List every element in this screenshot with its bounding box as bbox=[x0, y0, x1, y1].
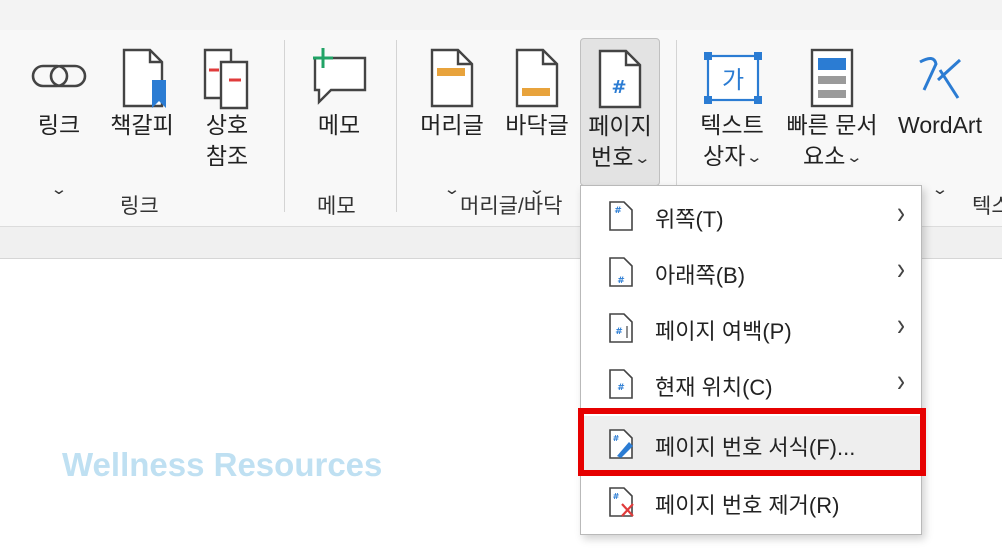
menu-item-current-position[interactable]: # 현재 위치(C) › bbox=[581, 356, 921, 412]
svg-text:#: # bbox=[615, 327, 623, 337]
group-divider bbox=[284, 40, 285, 212]
group-label-comment: 메모 bbox=[317, 195, 356, 218]
submenu-arrow-icon: › bbox=[897, 363, 905, 399]
quick-parts-icon bbox=[804, 46, 860, 115]
group-label-link: 링크 bbox=[120, 195, 159, 218]
comment-icon bbox=[307, 46, 371, 115]
quick-parts-button[interactable]: 빠른 문서요소⌄ bbox=[778, 38, 886, 186]
group-label-text: 텍스 bbox=[972, 195, 1002, 218]
bookmark-button[interactable]: 책갈피 bbox=[102, 38, 182, 186]
chevron-down-icon: ⌄ bbox=[633, 150, 652, 168]
svg-text:#: # bbox=[611, 77, 626, 98]
footer-label: 바닥글 bbox=[505, 112, 569, 138]
header-button[interactable]: 머리글 ⌄ bbox=[412, 38, 492, 198]
chevron-down-icon: ⌄ bbox=[745, 149, 764, 167]
text-box-button[interactable]: 가 텍스트상자⌄ bbox=[692, 38, 772, 186]
menu-item-remove-page-numbers[interactable]: # 페이지 번호 제거(R) bbox=[581, 474, 921, 530]
red-highlight-annotation bbox=[578, 408, 926, 476]
bookmark-label: 책갈피 bbox=[110, 112, 174, 138]
page-bottom-icon: # bbox=[607, 256, 635, 293]
svg-text:#: # bbox=[613, 492, 620, 501]
menu-item-page-margins[interactable]: # 페이지 여백(P) › bbox=[581, 300, 921, 356]
chevron-down-icon: ⌄ bbox=[50, 181, 68, 198]
svg-text:#: # bbox=[617, 383, 625, 393]
cross-reference-label-line2: 참조 bbox=[205, 143, 249, 169]
page-number-menu: # 위쪽(T) › # 아래쪽(B) › # 페이지 여백(P) › # 현재 … bbox=[580, 185, 922, 535]
watermark-text: Wellness Resources bbox=[62, 446, 383, 483]
current-position-icon: # bbox=[607, 368, 635, 405]
wordart-label: WordArt bbox=[898, 112, 982, 138]
page-margin-icon: # bbox=[607, 312, 635, 349]
comment-label: 메모 bbox=[317, 112, 361, 138]
menu-item-label: 위쪽(T) bbox=[655, 207, 724, 232]
page-top-icon: # bbox=[607, 200, 635, 237]
menu-item-label: 아래쪽(B) bbox=[655, 263, 746, 288]
bookmark-icon bbox=[112, 46, 172, 115]
svg-text:#: # bbox=[614, 206, 622, 216]
cross-reference-icon bbox=[197, 46, 257, 115]
text-box-label-line1: 텍스트 bbox=[700, 112, 764, 138]
footer-button[interactable]: 바닥글 ⌄ bbox=[498, 38, 576, 198]
header-label: 머리글 bbox=[420, 112, 484, 138]
quick-parts-label-line1: 빠른 문서 bbox=[786, 112, 878, 138]
svg-text:#: # bbox=[617, 276, 625, 286]
remove-page-number-icon: # bbox=[607, 486, 635, 523]
footer-icon bbox=[509, 46, 565, 115]
group-label-header-footer: 머리글/바닥 bbox=[460, 195, 563, 218]
submenu-arrow-icon: › bbox=[897, 307, 905, 343]
header-icon bbox=[424, 46, 480, 115]
chevron-down-icon: ⌄ bbox=[845, 149, 864, 167]
link-button[interactable]: 링크 ⌄ bbox=[24, 38, 94, 198]
page-number-label-line2: 번호 bbox=[591, 144, 634, 170]
text-box-label-line2: 상자 bbox=[703, 143, 746, 169]
link-label: 링크 bbox=[37, 112, 81, 138]
text-box-glyph: 가 bbox=[722, 66, 744, 94]
quick-parts-label-line2: 요소 bbox=[803, 143, 846, 169]
page-number-label-line1: 페이지 bbox=[588, 113, 652, 139]
text-box-icon: 가 bbox=[700, 46, 764, 115]
wordart-icon bbox=[908, 46, 972, 115]
page-number-icon: # bbox=[592, 47, 648, 116]
menu-item-top-of-page[interactable]: # 위쪽(T) › bbox=[581, 188, 921, 244]
cross-reference-label-line1: 상호 bbox=[205, 112, 249, 138]
comment-button[interactable]: 메모 bbox=[302, 38, 376, 186]
page-number-button[interactable]: # 페이지번호⌄ bbox=[580, 38, 660, 186]
menu-item-bottom-of-page[interactable]: # 아래쪽(B) › bbox=[581, 244, 921, 300]
menu-item-label: 페이지 번호 제거(R) bbox=[655, 493, 840, 518]
link-icon bbox=[27, 46, 91, 111]
submenu-arrow-icon: › bbox=[897, 251, 905, 287]
title-strip bbox=[0, 0, 1002, 30]
menu-item-label: 현재 위치(C) bbox=[655, 375, 773, 400]
cross-reference-button[interactable]: 상호참조 bbox=[190, 38, 264, 186]
menu-item-label: 페이지 여백(P) bbox=[655, 319, 792, 344]
wordart-button[interactable]: WordArt ⌄ bbox=[892, 38, 988, 198]
submenu-arrow-icon: › bbox=[897, 195, 905, 231]
